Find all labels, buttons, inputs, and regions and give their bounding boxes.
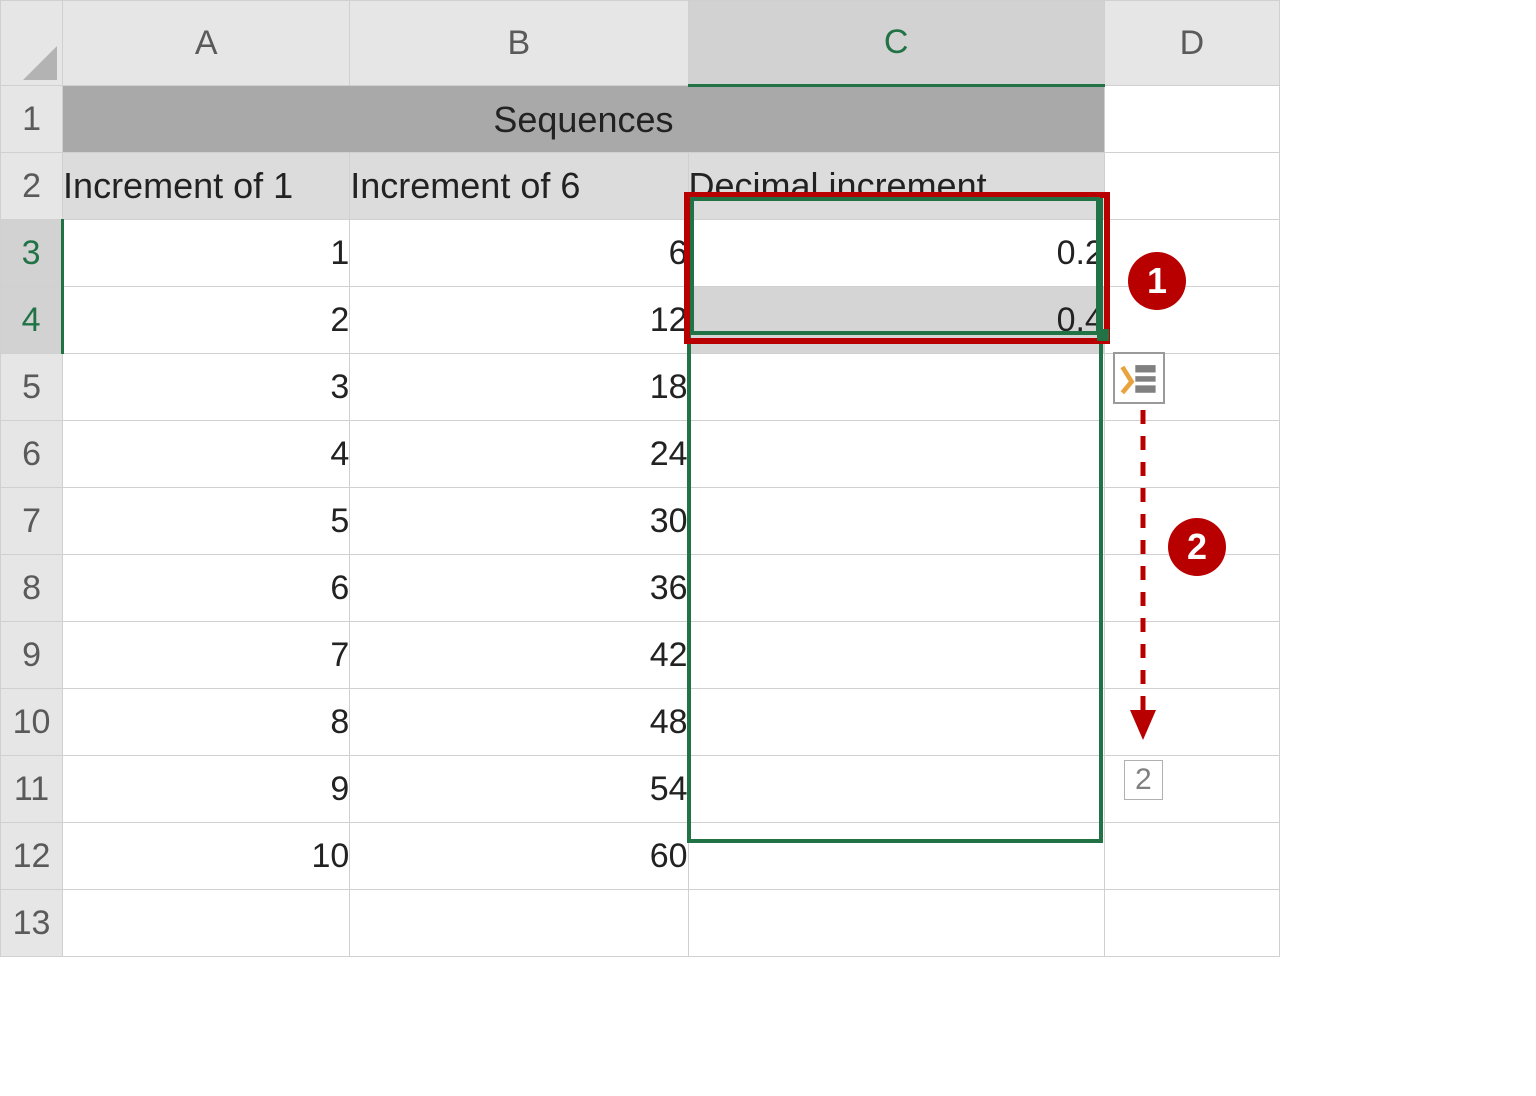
cell-C12[interactable]: [688, 823, 1104, 890]
cell-A5[interactable]: 3: [63, 354, 350, 421]
cell-A7[interactable]: 5: [63, 488, 350, 555]
cell-C3[interactable]: 0.2: [688, 220, 1104, 287]
header-C[interactable]: Decimal increment: [688, 153, 1104, 220]
col-header-C[interactable]: C: [688, 1, 1104, 86]
cell-A9[interactable]: 7: [63, 622, 350, 689]
cell-D2[interactable]: [1104, 153, 1279, 220]
row-header-11[interactable]: 11: [1, 756, 63, 823]
cell-A10[interactable]: 8: [63, 689, 350, 756]
cell-A8[interactable]: 6: [63, 555, 350, 622]
cell-A4[interactable]: 2: [63, 287, 350, 354]
cell-C7[interactable]: [688, 488, 1104, 555]
row-header-9[interactable]: 9: [1, 622, 63, 689]
cell-B8[interactable]: 36: [350, 555, 688, 622]
col-header-B[interactable]: B: [350, 1, 688, 86]
header-B[interactable]: Increment of 6: [350, 153, 688, 220]
cell-B9[interactable]: 42: [350, 622, 688, 689]
drag-arrow: [1128, 410, 1158, 740]
row-header-12[interactable]: 12: [1, 823, 63, 890]
cell-C5[interactable]: [688, 354, 1104, 421]
cell-B12[interactable]: 60: [350, 823, 688, 890]
row-header-8[interactable]: 8: [1, 555, 63, 622]
cell-D4[interactable]: [1104, 287, 1279, 354]
row-header-13[interactable]: 13: [1, 890, 63, 957]
cell-C4[interactable]: 0.4: [688, 287, 1104, 354]
annotation-callout-1: 1: [1128, 252, 1186, 310]
row-header-6[interactable]: 6: [1, 421, 63, 488]
row-header-10[interactable]: 10: [1, 689, 63, 756]
cell-B10[interactable]: 48: [350, 689, 688, 756]
cell-D12[interactable]: [1104, 823, 1279, 890]
drag-value-tooltip: 2: [1124, 760, 1163, 800]
cell-B3[interactable]: 6: [350, 220, 688, 287]
cell-A13[interactable]: [63, 890, 350, 957]
cell-A12[interactable]: 10: [63, 823, 350, 890]
cell-C13[interactable]: [688, 890, 1104, 957]
cell-B11[interactable]: 54: [350, 756, 688, 823]
annotation-callout-2: 2: [1168, 518, 1226, 576]
cell-C9[interactable]: [688, 622, 1104, 689]
title-cell[interactable]: Sequences: [63, 86, 1105, 153]
select-all-corner[interactable]: [1, 1, 63, 86]
cell-C8[interactable]: [688, 555, 1104, 622]
spreadsheet-grid[interactable]: A B C D 1 Sequences 2 Increment of 1 Inc…: [0, 0, 1280, 957]
col-header-A[interactable]: A: [63, 1, 350, 86]
quick-analysis-button[interactable]: [1113, 352, 1165, 404]
row-header-4[interactable]: 4: [1, 287, 63, 354]
cell-B7[interactable]: 30: [350, 488, 688, 555]
header-A[interactable]: Increment of 1: [63, 153, 350, 220]
cell-A11[interactable]: 9: [63, 756, 350, 823]
cell-D1[interactable]: [1104, 86, 1279, 153]
cell-D13[interactable]: [1104, 890, 1279, 957]
cell-C11[interactable]: [688, 756, 1104, 823]
cell-C6[interactable]: [688, 421, 1104, 488]
cell-A3[interactable]: 1: [63, 220, 350, 287]
row-header-2[interactable]: 2: [1, 153, 63, 220]
col-header-D[interactable]: D: [1104, 1, 1279, 86]
cell-C10[interactable]: [688, 689, 1104, 756]
cell-B5[interactable]: 18: [350, 354, 688, 421]
cell-B6[interactable]: 24: [350, 421, 688, 488]
cell-A6[interactable]: 4: [63, 421, 350, 488]
cell-B13[interactable]: [350, 890, 688, 957]
row-header-5[interactable]: 5: [1, 354, 63, 421]
row-header-7[interactable]: 7: [1, 488, 63, 555]
row-header-1[interactable]: 1: [1, 86, 63, 153]
row-header-3[interactable]: 3: [1, 220, 63, 287]
cell-B4[interactable]: 12: [350, 287, 688, 354]
